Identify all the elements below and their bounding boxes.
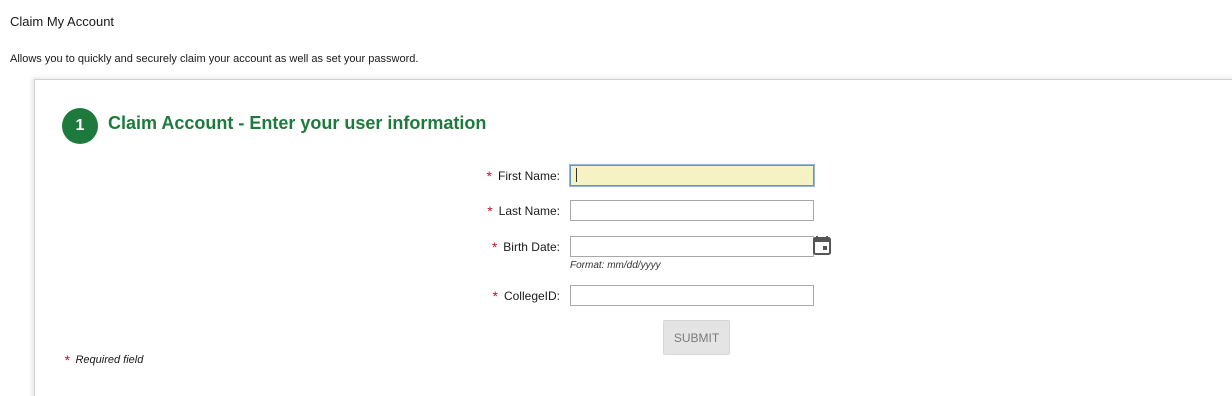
- required-asterisk: *: [486, 168, 492, 184]
- first-name-input[interactable]: [570, 165, 814, 186]
- college-id-row: * CollegeID:: [440, 285, 840, 307]
- last-name-label: Last Name:: [498, 204, 560, 218]
- required-asterisk: *: [491, 239, 498, 255]
- calendar-icon[interactable]: [812, 235, 832, 256]
- first-name-label-group: * First Name:: [487, 165, 560, 187]
- submit-button[interactable]: SUBMIT: [663, 320, 730, 355]
- first-name-row: * First Name:: [440, 165, 840, 187]
- page: Claim My Account Allows you to quickly a…: [0, 0, 1232, 396]
- college-id-label-group: * CollegeID:: [493, 285, 560, 307]
- required-asterisk: *: [64, 352, 70, 368]
- step-number-badge: 1: [62, 108, 98, 144]
- last-name-row: * Last Name:: [440, 200, 840, 222]
- required-field-label: Required field: [75, 354, 144, 366]
- birth-date-label-group: * Birth Date:: [492, 236, 560, 258]
- college-id-input[interactable]: [570, 285, 814, 306]
- required-asterisk: *: [487, 203, 493, 219]
- first-name-label: First Name:: [497, 169, 560, 183]
- last-name-label-group: * Last Name:: [487, 200, 560, 222]
- birth-date-label: Birth Date:: [503, 240, 560, 254]
- text-cursor: [576, 168, 577, 182]
- birth-date-format-hint: Format: mm/dd/yyyy: [570, 260, 661, 271]
- page-title: Claim My Account: [10, 14, 115, 29]
- required-field-note: * Required field: [64, 353, 143, 367]
- college-id-label: CollegeID:: [503, 289, 560, 303]
- step-title: Claim Account - Enter your user informat…: [108, 113, 487, 133]
- last-name-input[interactable]: [570, 200, 814, 221]
- birth-date-row: * Birth Date:: [440, 236, 840, 258]
- page-description: Allows you to quickly and securely claim…: [10, 53, 419, 65]
- required-asterisk: *: [492, 288, 498, 304]
- birth-date-input[interactable]: [570, 236, 814, 257]
